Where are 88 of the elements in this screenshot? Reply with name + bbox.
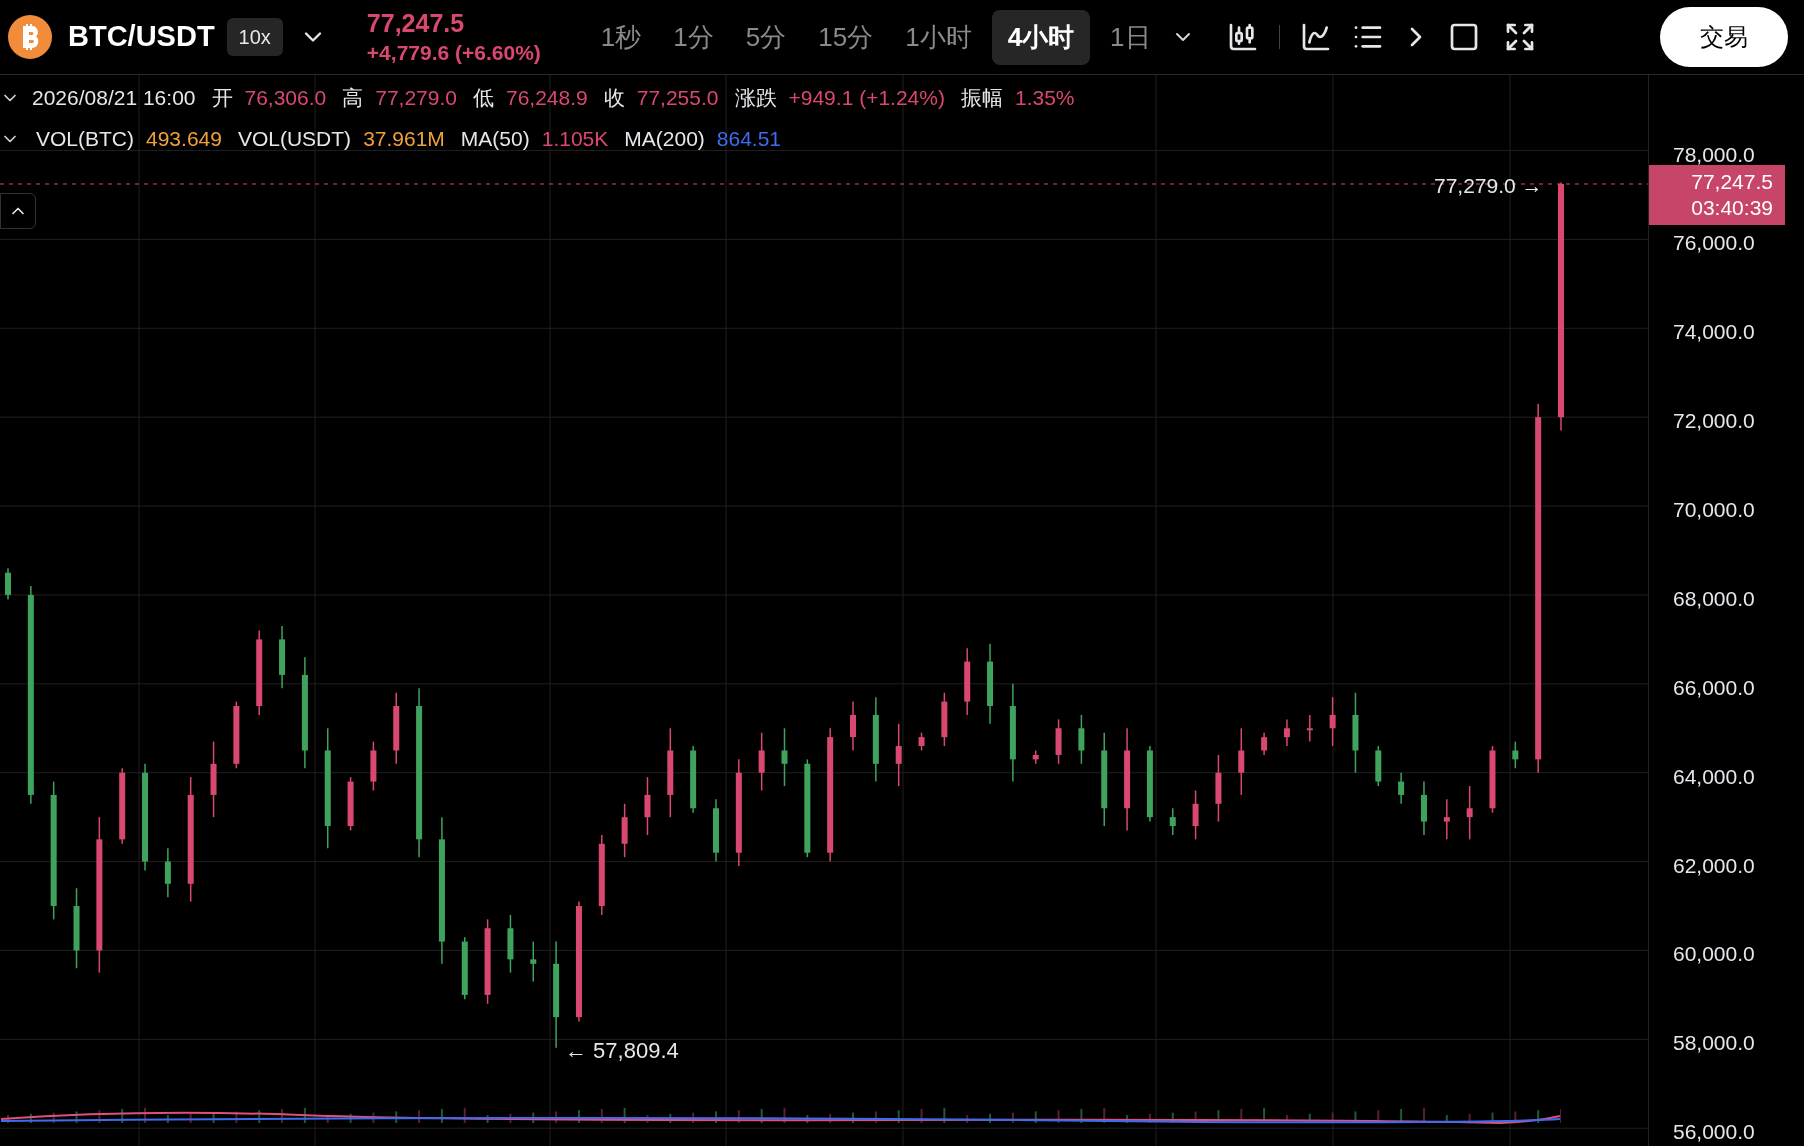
candle xyxy=(1238,727,1245,796)
stat-value: 76,306.0 xyxy=(244,87,327,108)
candle xyxy=(964,647,971,716)
candle xyxy=(1055,718,1062,765)
stat-value: 493.649 xyxy=(146,128,222,149)
stat-value: 77,279.0 xyxy=(375,87,457,108)
stat-value: 77,255.0 xyxy=(636,87,719,108)
candle xyxy=(1398,771,1405,805)
candle xyxy=(1261,731,1268,756)
candle xyxy=(1443,798,1450,841)
trade-button[interactable]: 交易 xyxy=(1660,7,1788,67)
high-price-label: 77,279.0 → xyxy=(1434,173,1543,199)
price-axis-label: 70,000.0 xyxy=(1673,497,1755,524)
stat-label: VOL(USDT) xyxy=(237,128,352,149)
stat-label: MA(200) xyxy=(624,128,705,149)
candle xyxy=(918,731,925,752)
stat-label: MA(50) xyxy=(460,128,530,149)
bitcoin-logo-icon xyxy=(8,15,52,59)
candle xyxy=(850,700,856,752)
price-tag-value: 77,247.5 xyxy=(1691,169,1773,195)
candle xyxy=(941,691,948,747)
candle xyxy=(1169,807,1176,836)
timeframe-tab[interactable]: 1分 xyxy=(661,9,726,65)
pair-title: BTC/USDT xyxy=(68,19,215,55)
timeframe-tab[interactable]: 5分 xyxy=(733,9,799,65)
candle xyxy=(1375,745,1382,787)
candle xyxy=(461,936,468,1001)
candle xyxy=(1466,785,1473,841)
candle xyxy=(1283,718,1290,747)
candle xyxy=(1420,780,1427,836)
price-axis-label: 64,000.0 xyxy=(1673,763,1755,790)
stat-label: 振幅 xyxy=(960,87,1003,108)
stat-value: 1.35% xyxy=(1014,87,1075,108)
candle-date: 2026/08/21 16:00 xyxy=(32,87,196,108)
price-axis-label: 74,000.0 xyxy=(1673,319,1755,346)
price-axis-label: 78,000.0 xyxy=(1673,141,1755,168)
candle xyxy=(1489,745,1496,814)
candle xyxy=(1192,789,1199,841)
timeframe-tab[interactable]: 1秒 xyxy=(588,9,654,65)
stat-label: 低 xyxy=(473,87,494,108)
candle xyxy=(507,914,514,974)
candle xyxy=(1032,749,1039,765)
candle xyxy=(5,567,11,601)
candle xyxy=(621,803,628,858)
candle xyxy=(370,740,377,792)
stat-value: +949.1 (+1.24%) xyxy=(788,87,945,108)
price-change: +4,779.6 (+6.60%) xyxy=(366,39,541,66)
leverage-badge[interactable]: 10x xyxy=(226,18,283,56)
price-axis-label: 60,000.0 xyxy=(1673,941,1755,968)
stat-value: 76,248.9 xyxy=(506,87,588,108)
stat-label: 开 xyxy=(211,87,233,108)
price-axis-label: 62,000.0 xyxy=(1673,852,1755,879)
candle xyxy=(279,625,286,689)
candle xyxy=(1329,696,1336,747)
candle xyxy=(895,723,902,787)
candle xyxy=(713,798,719,863)
candle xyxy=(1215,754,1222,823)
timeframe-tab[interactable]: 1小时 xyxy=(893,9,984,65)
price-axis-label: 68,000.0 xyxy=(1673,585,1755,612)
candle xyxy=(233,700,240,769)
candle xyxy=(530,940,537,983)
candle xyxy=(1512,740,1519,769)
stat-label: VOL(BTC) xyxy=(36,128,134,149)
price-axis-label: 58,000.0 xyxy=(1673,1030,1755,1057)
candle xyxy=(644,776,651,836)
stat-value: 864.51 xyxy=(716,128,782,149)
low-price-label: ← 57,809.4 xyxy=(565,1037,679,1065)
stat-value: 1.105K xyxy=(541,128,609,149)
price-axis-label: 72,000.0 xyxy=(1673,408,1755,435)
last-price: 77,247.5 xyxy=(366,8,466,40)
candle xyxy=(690,745,697,814)
candle xyxy=(1078,714,1085,765)
stat-label: 涨跌 xyxy=(734,87,777,108)
timeframe-tab[interactable]: 15分 xyxy=(806,9,886,65)
price-axis-label: 56,000.0 xyxy=(1673,1119,1755,1146)
candle xyxy=(781,727,788,787)
timeframe-tab[interactable]: 1日 xyxy=(1098,9,1163,65)
candle xyxy=(758,731,765,792)
stat-label: 高 xyxy=(342,87,364,108)
candle xyxy=(347,776,354,832)
countdown-timer: 03:40:39 xyxy=(1691,195,1773,222)
price-axis-label: 66,000.0 xyxy=(1673,674,1755,701)
stat-label: 收 xyxy=(603,87,625,108)
stat-value: 37.961M xyxy=(363,128,445,149)
candle xyxy=(1306,714,1313,743)
timeframe-tab[interactable]: 4小时 xyxy=(991,9,1091,65)
candle xyxy=(164,847,171,898)
price-axis-label: 76,000.0 xyxy=(1673,230,1755,257)
